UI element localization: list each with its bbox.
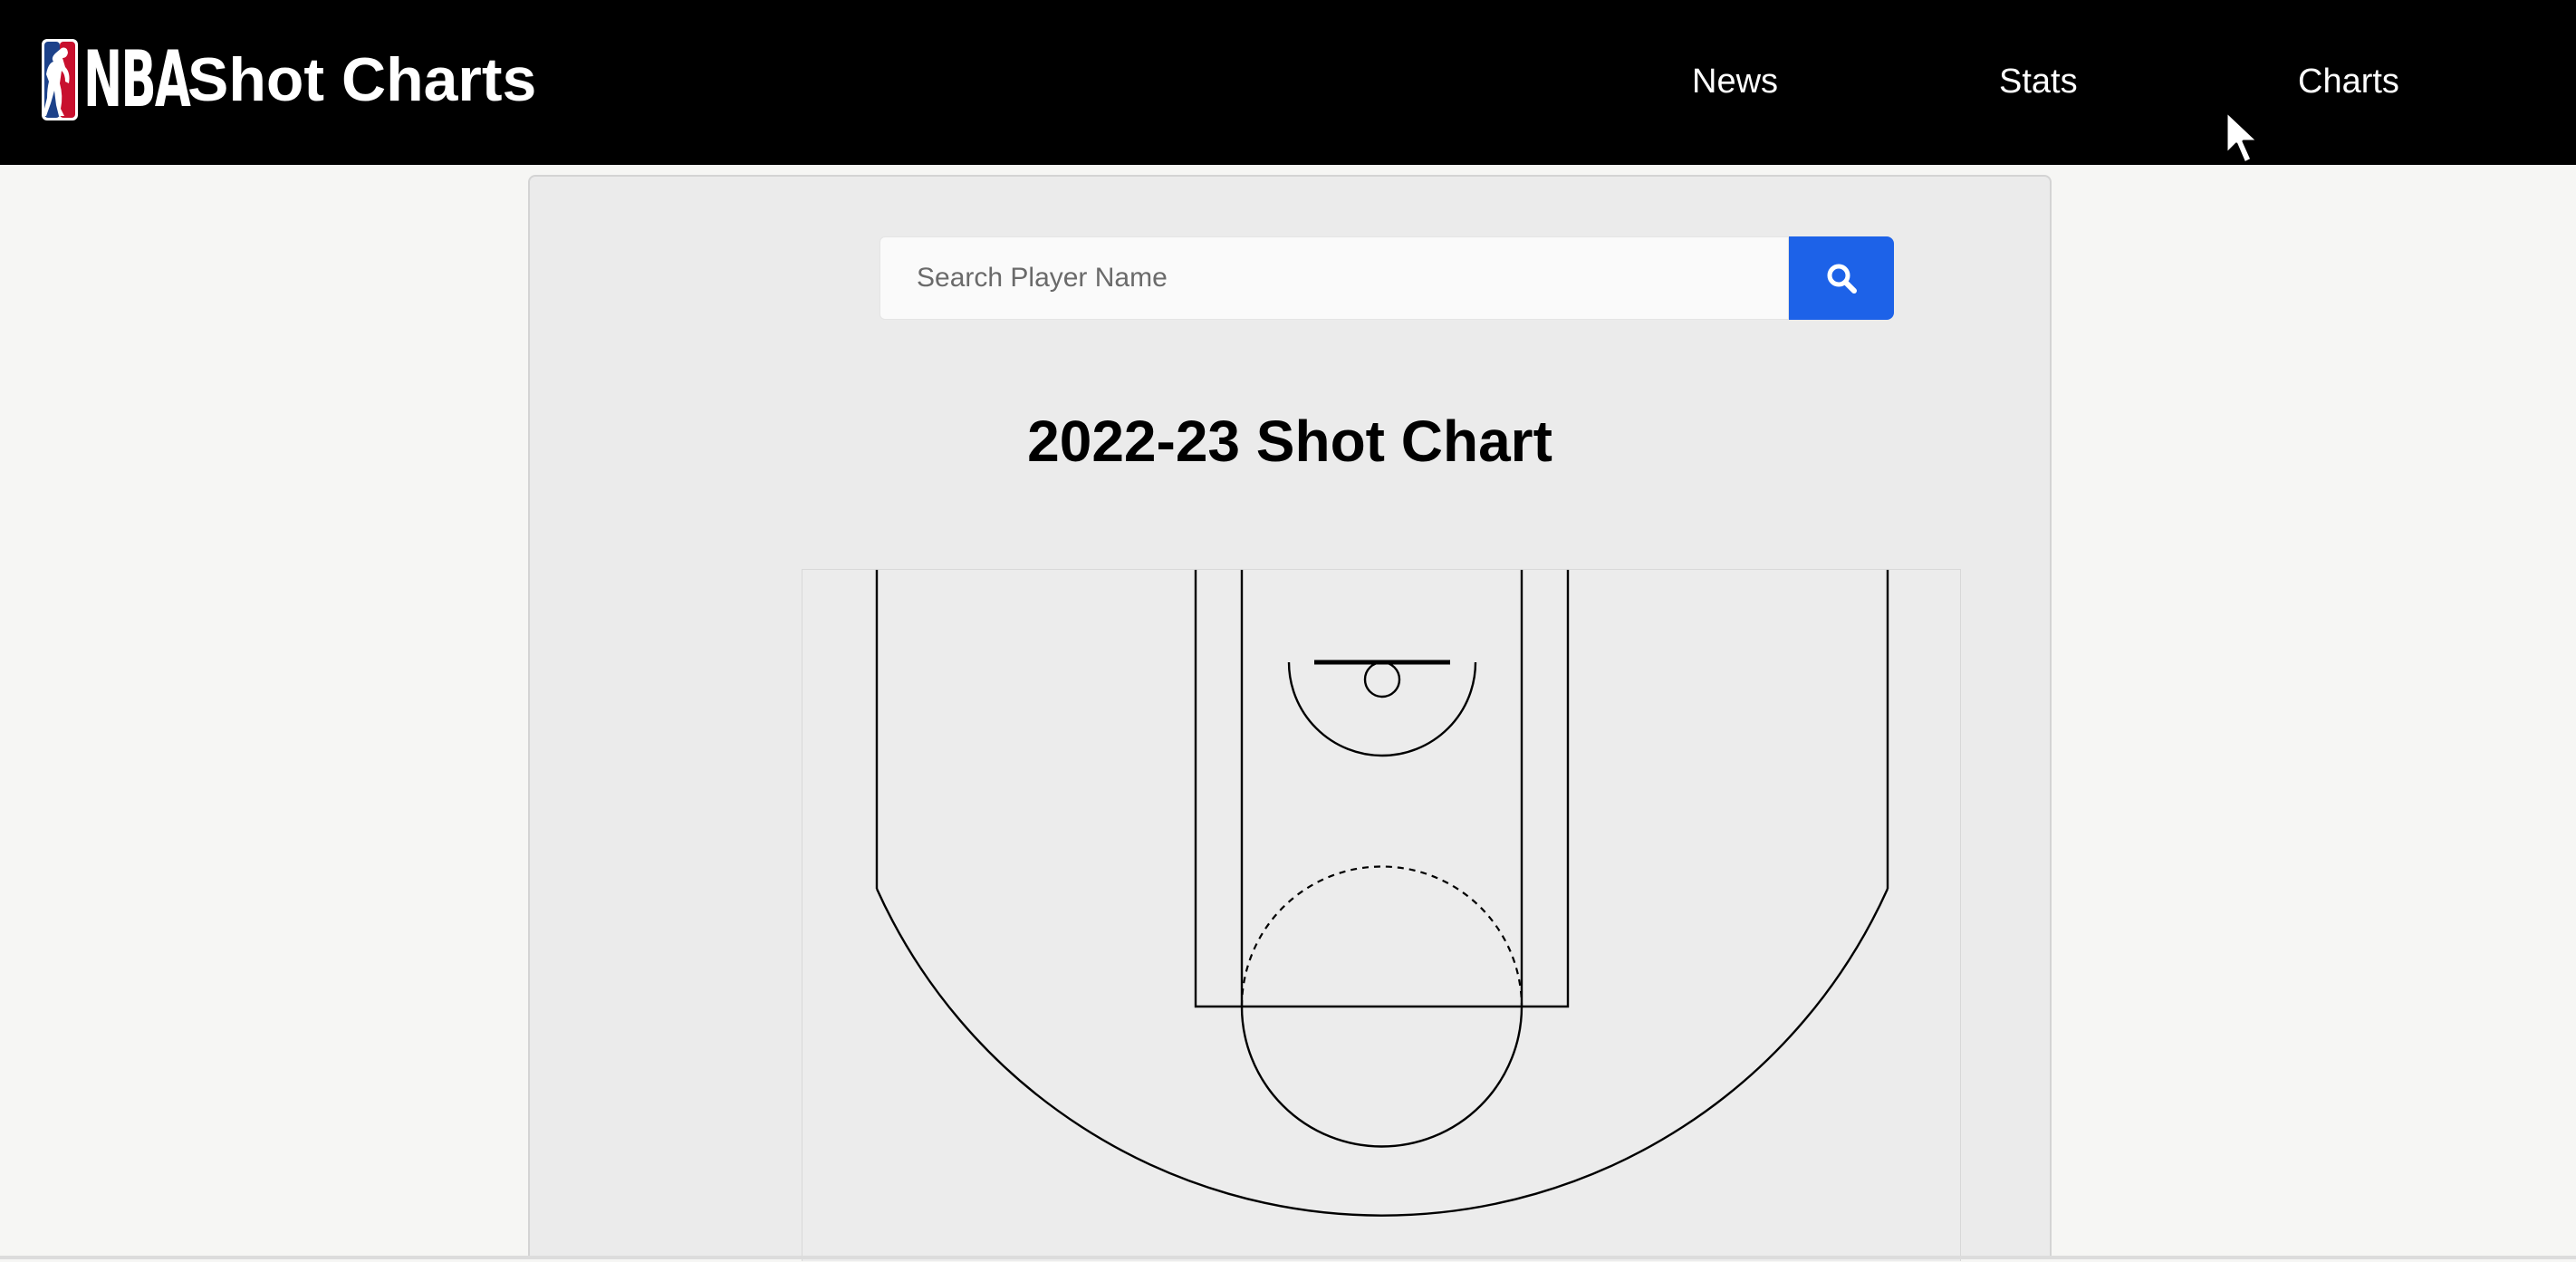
mouse-cursor-icon (2225, 110, 2260, 165)
three-point-arc (875, 888, 1889, 1217)
player-search-bar (879, 236, 1894, 320)
nav-stats-link[interactable]: Stats (1999, 60, 2078, 103)
shot-chart-panel: 2022-23 Shot Chart (528, 175, 2052, 1261)
player-search-input[interactable] (879, 236, 1789, 320)
top-navbar: NBA Shot Charts News Stats Charts (0, 0, 2576, 165)
nba-wordmark: NBA (83, 34, 191, 125)
search-icon (1827, 264, 1857, 294)
search-button[interactable] (1789, 236, 1894, 320)
nav-news-link[interactable]: News (1692, 60, 1778, 103)
free-throw-circle-lower (1240, 1006, 1523, 1148)
outer-lane (1194, 570, 1570, 1008)
nav-charts-link[interactable]: Charts (2298, 60, 2399, 103)
brand[interactable]: NBA Shot Charts (42, 34, 536, 125)
rim (1363, 660, 1401, 698)
site-title: Shot Charts (187, 45, 537, 114)
basketball-court[interactable] (802, 569, 1961, 1261)
free-throw-circle-upper (1240, 865, 1523, 1007)
chart-title: 2022-23 Shot Chart (1027, 409, 1552, 474)
nba-logo-icon (42, 39, 78, 120)
page-bottom-edge (0, 1256, 2576, 1259)
restricted-area (1287, 661, 1477, 757)
court-diagram (875, 570, 1889, 1217)
